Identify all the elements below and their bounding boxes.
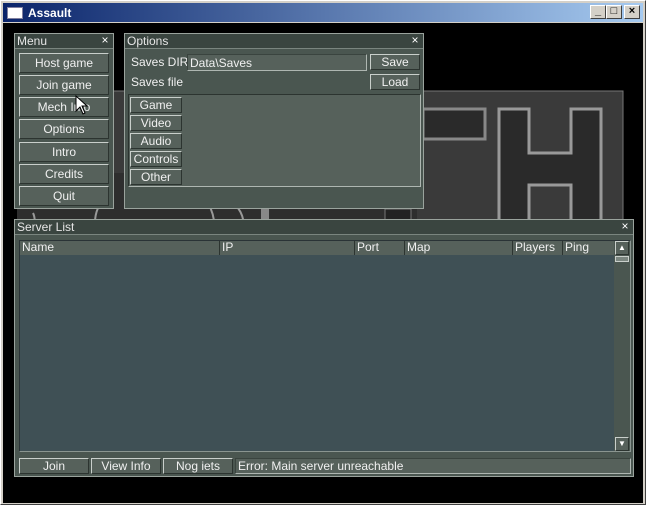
server-list-titlebar[interactable]: Server List × <box>15 220 633 235</box>
save-button[interactable]: Save <box>370 54 420 70</box>
column-header-name[interactable]: Name <box>20 241 220 255</box>
application-window: Assault _ □ × Menu × Host game Join game <box>0 0 646 505</box>
quit-button[interactable]: Quit <box>19 186 109 206</box>
app-icon <box>7 6 23 19</box>
menu-close-button[interactable]: × <box>98 34 112 48</box>
options-panel-titlebar[interactable]: Options × <box>125 34 423 49</box>
scroll-up-button[interactable]: ▲ <box>615 241 629 255</box>
tab-game[interactable]: Game <box>130 97 182 113</box>
minimize-button[interactable]: _ <box>590 5 606 19</box>
intro-button[interactable]: Intro <box>19 142 109 162</box>
tab-audio[interactable]: Audio <box>130 133 182 149</box>
scroll-down-button[interactable]: ▼ <box>615 437 629 451</box>
column-header-map[interactable]: Map <box>405 241 513 255</box>
tab-controls[interactable]: Controls <box>130 151 182 167</box>
column-header-ping[interactable]: Ping <box>563 241 615 255</box>
options-panel: Options × Saves DIR Data\Saves Save Save… <box>124 33 424 209</box>
host-game-button[interactable]: Host game <box>19 53 109 73</box>
column-header-port[interactable]: Port <box>355 241 405 255</box>
close-window-button[interactable]: × <box>624 5 640 19</box>
scrollbar-thumb[interactable] <box>615 256 629 262</box>
server-list-close-button[interactable]: × <box>618 220 632 234</box>
mech-info-button[interactable]: Mech Info <box>19 97 109 117</box>
column-header-ip[interactable]: IP <box>220 241 355 255</box>
server-list-table[interactable]: Name IP Port Map Players Ping ▲ ▼ <box>19 240 631 452</box>
options-button[interactable]: Options <box>19 119 109 139</box>
title-bar[interactable]: Assault _ □ × <box>3 3 643 22</box>
mouse-pointer-icon <box>75 95 89 115</box>
options-panel-title: Options <box>127 34 169 48</box>
menu-panel-title: Menu <box>17 34 48 48</box>
window-title: Assault <box>28 5 72 20</box>
nog-iets-button[interactable]: Nog iets <box>163 458 233 474</box>
maximize-button[interactable]: □ <box>606 5 622 19</box>
menu-panel: Menu × Host game Join game Mech Info Opt… <box>14 33 114 209</box>
saves-dir-label: Saves DIR <box>131 55 189 69</box>
server-list-panel: Server List × Name IP Port Map Players P… <box>14 219 634 477</box>
view-info-button[interactable]: View Info <box>91 458 161 474</box>
credits-button[interactable]: Credits <box>19 164 109 184</box>
column-header-players[interactable]: Players <box>513 241 563 255</box>
tab-video[interactable]: Video <box>130 115 182 131</box>
vertical-scrollbar[interactable]: ▲ ▼ <box>614 241 630 451</box>
options-close-button[interactable]: × <box>408 34 422 48</box>
tab-other[interactable]: Other <box>130 169 182 185</box>
saves-file-label: Saves file <box>131 75 184 89</box>
join-game-button[interactable]: Join game <box>19 75 109 95</box>
menu-panel-titlebar[interactable]: Menu × <box>15 34 113 49</box>
status-bar: Error: Main server unreachable <box>235 458 631 474</box>
load-button[interactable]: Load <box>370 74 420 90</box>
game-viewport: Menu × Host game Join game Mech Info Opt… <box>3 23 643 503</box>
server-list-title: Server List <box>17 220 75 234</box>
saves-dir-field[interactable]: Data\Saves <box>187 54 367 71</box>
join-button[interactable]: Join <box>19 458 89 474</box>
